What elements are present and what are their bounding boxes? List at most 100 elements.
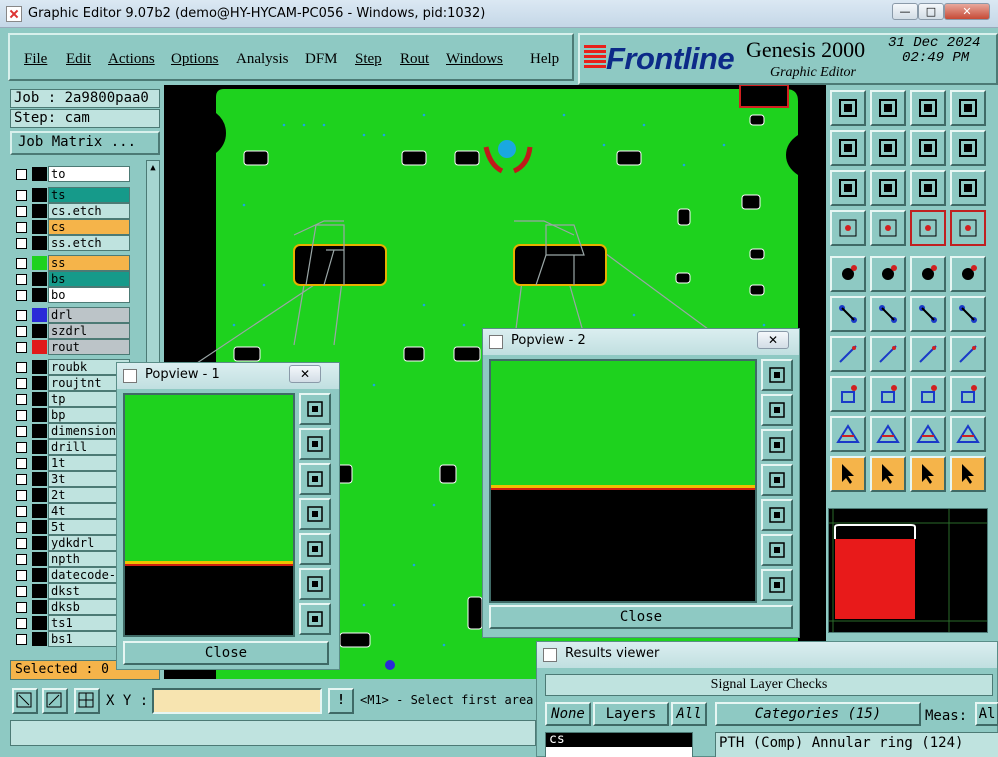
redraw-button[interactable] xyxy=(950,130,986,166)
layer-checkbox[interactable] xyxy=(16,274,27,285)
close-button[interactable]: ✕ xyxy=(944,3,990,20)
menu-analysis[interactable]: Analysis xyxy=(236,51,289,68)
triangle-a-button[interactable] xyxy=(830,416,866,452)
layer-checkbox[interactable] xyxy=(16,310,27,321)
move-up-button[interactable] xyxy=(830,90,866,126)
layer-checkbox[interactable] xyxy=(16,618,27,629)
popview-1-fit-all-button[interactable] xyxy=(299,568,331,600)
mirror-button[interactable] xyxy=(950,336,986,372)
layer-checkbox[interactable] xyxy=(16,326,27,337)
minimize-button[interactable]: — xyxy=(892,3,918,20)
layer-checkbox[interactable] xyxy=(16,602,27,613)
layer-name[interactable]: to xyxy=(48,166,130,182)
undo-view-button[interactable] xyxy=(910,130,946,166)
measure-tool-button[interactable] xyxy=(42,688,68,714)
line-mid-button[interactable] xyxy=(870,376,906,412)
meas-selector[interactable]: Al xyxy=(975,702,998,726)
layer-color-swatch[interactable] xyxy=(32,360,47,374)
layer-row-ss[interactable]: ss xyxy=(10,255,134,271)
layer-checkbox[interactable] xyxy=(16,206,27,217)
fit-zoom-button[interactable] xyxy=(830,170,866,206)
angle-button[interactable] xyxy=(830,336,866,372)
layer-row-drl[interactable]: drl xyxy=(10,307,134,323)
layer-checkbox[interactable] xyxy=(16,570,27,581)
layer-filter-button[interactable] xyxy=(910,210,946,246)
menu-actions[interactable]: Actions xyxy=(108,51,155,68)
layer-row-szdrl[interactable]: szdrl xyxy=(10,323,134,339)
popview-2-zoom-in-button[interactable] xyxy=(761,394,793,426)
layer-row-rout[interactable]: rout xyxy=(10,339,134,355)
layer-color-swatch[interactable] xyxy=(32,288,47,302)
popview-2-fit-all-button[interactable] xyxy=(761,534,793,566)
layer-color-swatch[interactable] xyxy=(32,236,47,250)
layer-row-bo[interactable]: bo xyxy=(10,287,134,303)
maximize-button[interactable]: □ xyxy=(918,3,944,20)
ruler-settings-button[interactable] xyxy=(830,210,866,246)
popview-2-pan-left-button[interactable] xyxy=(761,464,793,496)
menu-dfm[interactable]: DFM xyxy=(305,51,338,68)
net-connect-button[interactable] xyxy=(830,296,866,332)
delete-x-button[interactable] xyxy=(870,296,906,332)
layer-checkbox[interactable] xyxy=(16,169,27,180)
layer-color-swatch[interactable] xyxy=(32,632,47,646)
layer-color-swatch[interactable] xyxy=(32,376,47,390)
popview-1-zoom-out-button[interactable] xyxy=(299,463,331,495)
layer-color-swatch[interactable] xyxy=(32,167,47,181)
layer-checkbox[interactable] xyxy=(16,410,27,421)
layer-color-swatch[interactable] xyxy=(32,440,47,454)
ratio-button[interactable] xyxy=(910,170,946,206)
layer-name[interactable]: ts xyxy=(48,187,130,203)
alert-button[interactable]: ! xyxy=(328,688,354,714)
layer-checkbox[interactable] xyxy=(16,634,27,645)
layer-checkbox[interactable] xyxy=(16,522,27,533)
layer-checkbox[interactable] xyxy=(16,458,27,469)
popview-2-canvas[interactable] xyxy=(489,359,757,603)
grid-snap-button[interactable] xyxy=(74,688,100,714)
pointer-button[interactable] xyxy=(830,456,866,492)
layer-checkbox[interactable] xyxy=(16,222,27,233)
layer-checkbox[interactable] xyxy=(16,378,27,389)
layer-checkbox[interactable] xyxy=(16,342,27,353)
layer-name[interactable]: bo xyxy=(48,287,130,303)
layer-color-swatch[interactable] xyxy=(32,584,47,598)
layer-color-swatch[interactable] xyxy=(32,472,47,486)
results-layer-list[interactable]: cs xyxy=(545,732,693,757)
menu-edit[interactable]: Edit xyxy=(66,51,91,68)
job-matrix-button[interactable]: Job Matrix ... xyxy=(10,131,160,155)
layer-color-swatch[interactable] xyxy=(32,308,47,322)
layer-row-cs[interactable]: cs xyxy=(10,219,134,235)
layer-color-swatch[interactable] xyxy=(32,256,47,270)
layer-checkbox[interactable] xyxy=(16,394,27,405)
layer-row-ts[interactable]: ts xyxy=(10,187,134,203)
layer-checkbox[interactable] xyxy=(16,506,27,517)
menu-file[interactable]: File xyxy=(24,51,47,68)
zoom-window-button[interactable] xyxy=(950,90,986,126)
layer-color-swatch[interactable] xyxy=(32,392,47,406)
layer-color-swatch[interactable] xyxy=(32,520,47,534)
pointer-circle-button[interactable] xyxy=(910,456,946,492)
results-category-item[interactable]: PTH (Comp) Annular ring (124) xyxy=(719,735,963,751)
popview-1-pan-left-button[interactable] xyxy=(299,498,331,530)
layer-name[interactable]: drl xyxy=(48,307,130,323)
all-button[interactable]: All xyxy=(671,702,707,726)
layer-color-swatch[interactable] xyxy=(32,536,47,550)
rotate-button[interactable] xyxy=(910,336,946,372)
menu-options[interactable]: Options xyxy=(171,51,219,68)
layer-name[interactable]: cs xyxy=(48,219,130,235)
layer-checkbox[interactable] xyxy=(16,362,27,373)
layer-color-swatch[interactable] xyxy=(32,600,47,614)
results-layer-item[interactable]: cs xyxy=(546,733,692,747)
none-button[interactable]: None xyxy=(545,702,591,726)
layer-row-to[interactable]: to xyxy=(10,166,134,182)
layer-checkbox[interactable] xyxy=(16,238,27,249)
popview-1-canvas[interactable] xyxy=(123,393,295,637)
menu-help[interactable]: Help xyxy=(530,51,559,68)
layer-checkbox[interactable] xyxy=(16,538,27,549)
layer-color-swatch[interactable] xyxy=(32,616,47,630)
pen-draw-button[interactable] xyxy=(870,336,906,372)
layer-color-swatch[interactable] xyxy=(32,552,47,566)
net-select-button[interactable] xyxy=(950,456,986,492)
layer-color-swatch[interactable] xyxy=(32,456,47,470)
layer-name[interactable]: rout xyxy=(48,339,130,355)
layer-name[interactable]: ss.etch xyxy=(48,235,130,251)
